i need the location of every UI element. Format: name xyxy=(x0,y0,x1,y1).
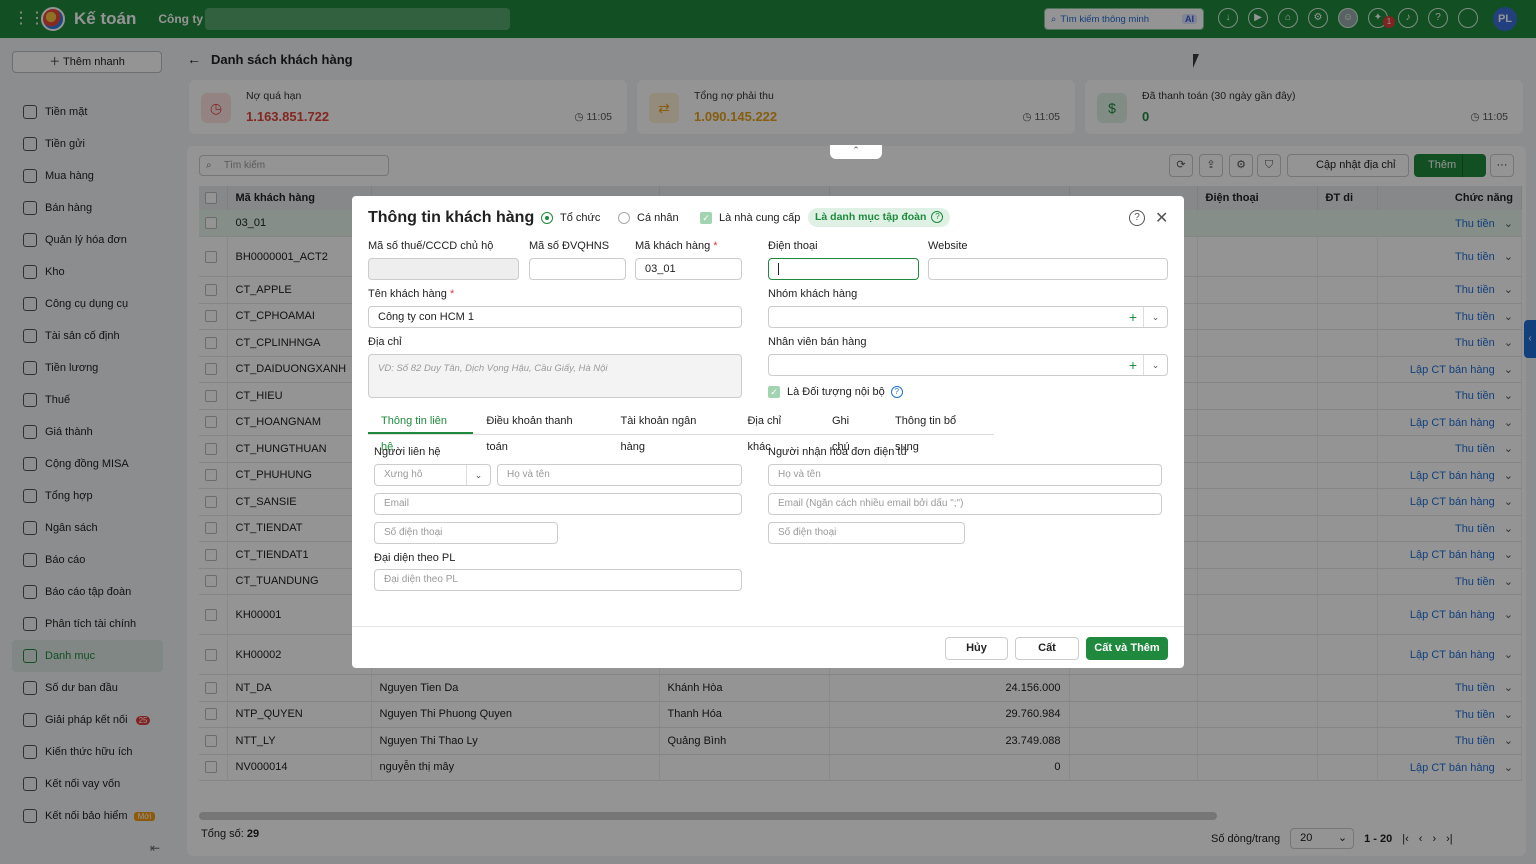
plus-icon[interactable]: + xyxy=(1129,307,1137,327)
budget-code-field[interactable] xyxy=(529,258,626,280)
radio-dot[interactable] xyxy=(618,212,630,224)
plus-icon[interactable]: + xyxy=(1129,355,1137,375)
dialog-tabs: Thông tin liên hệ Điều khoản thanh toán Tà… xyxy=(368,408,994,453)
website-field[interactable] xyxy=(928,258,1168,280)
legal-rep-field[interactable]: Đại diện theo PL xyxy=(374,569,742,591)
dialog-tab[interactable]: Địa chỉ khác xyxy=(734,408,819,453)
contact-email-field[interactable]: Email xyxy=(374,493,742,515)
contact-phone-field[interactable]: Số điện thoại xyxy=(374,522,558,544)
cancel-button[interactable]: Hủy xyxy=(945,637,1008,660)
contact-name-field[interactable]: Họ và tên xyxy=(497,464,742,486)
tax-code-field[interactable] xyxy=(368,258,519,280)
dialog-tab[interactable]: Ghi chú xyxy=(819,408,882,453)
close-icon[interactable]: ✕ xyxy=(1155,208,1168,228)
checkmark-icon[interactable]: ✓ xyxy=(700,212,712,224)
radio-individual-label: Cá nhân xyxy=(637,212,679,224)
einvoice-section-title: Người nhận hóa đơn điện tử xyxy=(768,446,908,458)
radio-organization-label: Tổ chức xyxy=(560,212,601,224)
collapse-stats-icon[interactable]: ⌃ xyxy=(830,145,882,159)
customer-name-field[interactable]: Công ty con HCM 1 xyxy=(368,306,742,328)
dialog-tab[interactable]: Điều khoản thanh toán xyxy=(473,408,607,453)
customer-code-label-text: Mã khách hàng xyxy=(635,240,711,252)
customer-group-select[interactable]: + ⌄ xyxy=(768,306,1168,328)
phone-field[interactable] xyxy=(768,258,919,280)
customer-name-label: Tên khách hàng * xyxy=(368,288,454,300)
radio-individual[interactable]: Cá nhân xyxy=(618,212,679,224)
phone-label: Điện thoại xyxy=(768,240,818,252)
contact-section-title: Người liên hệ xyxy=(374,446,441,458)
dialog-tab[interactable]: Thông tin bổ sung xyxy=(882,408,994,453)
group-category-badge: Là danh mục tập đoàn? xyxy=(808,208,951,227)
save-button[interactable]: Cất xyxy=(1015,637,1079,660)
dialog-tab[interactable]: Tài khoản ngân hàng xyxy=(608,408,735,453)
salutation-placeholder: Xưng hô xyxy=(384,469,423,480)
radio-organization[interactable]: Tổ chức xyxy=(541,212,600,224)
group-category-label: Là danh mục tập đoàn xyxy=(815,211,927,223)
internal-object-checkbox[interactable]: ✓ Là Đối tượng nội bộ? xyxy=(768,386,903,398)
einvoice-email-field[interactable]: Email (Ngăn cách nhiều email bởi dấu ";"… xyxy=(768,493,1162,515)
checkmark-icon[interactable]: ✓ xyxy=(768,386,780,398)
legal-rep-label: Đại diện theo PL xyxy=(374,552,456,564)
required-marker: * xyxy=(449,288,455,300)
address-label: Địa chỉ xyxy=(368,336,402,348)
supplier-label: Là nhà cung cấp xyxy=(719,212,801,224)
chevron-down-icon[interactable]: ⌄ xyxy=(1143,355,1167,375)
question-icon[interactable]: ? xyxy=(890,386,903,398)
salutation-select[interactable]: Xưng hô ⌄ xyxy=(374,464,491,486)
dialog-title: Thông tin khách hàng xyxy=(368,209,535,226)
customer-info-dialog: Thông tin khách hàng Tổ chức Cá nhân ✓ Là… xyxy=(352,196,1184,668)
save-and-add-button[interactable]: Cất và Thêm xyxy=(1086,637,1168,660)
customer-code-field[interactable]: 03_01 xyxy=(635,258,742,280)
einvoice-name-field[interactable]: Họ và tên xyxy=(768,464,1162,486)
internal-label: Là Đối tượng nội bộ xyxy=(787,386,885,398)
budget-code-label: Mã số ĐVQHNS xyxy=(529,240,610,252)
chevron-down-icon[interactable]: ⌄ xyxy=(466,465,490,485)
dialog-tab[interactable]: Thông tin liên hệ xyxy=(368,408,474,453)
einvoice-phone-field[interactable]: Số điện thoại xyxy=(768,522,965,544)
radio-dot-checked[interactable] xyxy=(541,212,553,224)
customer-code-label: Mã khách hàng * xyxy=(635,240,718,252)
question-icon[interactable]: ? xyxy=(931,211,944,223)
supplier-checkbox[interactable]: ✓ Là nhà cung cấp xyxy=(700,212,800,224)
customer-name-label-text: Tên khách hàng xyxy=(368,288,447,300)
website-label: Website xyxy=(928,240,968,252)
tax-code-label: Mã số thuế/CCCD chủ hộ xyxy=(368,240,494,252)
sales-staff-select[interactable]: + ⌄ xyxy=(768,354,1168,376)
mouse-cursor xyxy=(1193,54,1199,68)
dialog-footer: Hủy Cất Cất và Thêm xyxy=(352,626,1184,668)
chevron-down-icon[interactable]: ⌄ xyxy=(1143,307,1167,327)
sales-staff-label: Nhân viên bán hàng xyxy=(768,336,867,348)
address-field[interactable]: VD: Số 82 Duy Tân, Dịch Vọng Hậu, Cầu Gi… xyxy=(368,354,742,398)
customer-group-label: Nhóm khách hàng xyxy=(768,288,858,300)
required-marker: * xyxy=(713,240,718,252)
help-icon[interactable]: ? xyxy=(1129,210,1145,226)
